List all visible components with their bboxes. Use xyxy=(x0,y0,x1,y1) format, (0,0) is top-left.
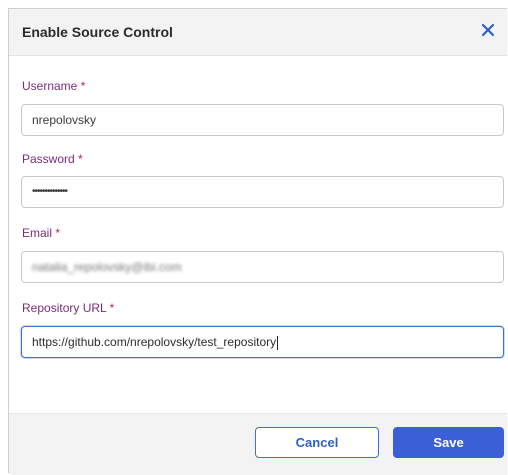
save-button[interactable]: Save xyxy=(393,427,504,458)
password-required-mark: * xyxy=(78,152,83,166)
email-label-text: Email xyxy=(22,226,53,240)
password-value: •••••••••••••• xyxy=(32,186,68,197)
password-label-text: Password xyxy=(22,152,75,166)
username-label: Username * xyxy=(22,79,85,93)
email-value: natalia_repolovsky@ibi.com xyxy=(32,260,182,274)
close-icon-glyph xyxy=(481,23,495,37)
repository-url-value: https://github.com/nrepolovsky/test_repo… xyxy=(32,335,277,349)
dialog-header: Enable Source Control xyxy=(9,9,507,56)
username-label-text: Username xyxy=(22,79,78,93)
email-label: Email * xyxy=(22,226,60,240)
cancel-button[interactable]: Cancel xyxy=(255,427,379,458)
username-value: nrepolovsky xyxy=(32,113,97,127)
enable-source-control-dialog: Enable Source Control Username * nrepolo… xyxy=(8,8,507,475)
username-input[interactable]: nrepolovsky xyxy=(21,104,504,136)
password-input[interactable]: •••••••••••••• xyxy=(21,176,504,208)
password-label: Password * xyxy=(22,152,83,166)
repository-url-input[interactable]: https://github.com/nrepolovsky/test_repo… xyxy=(21,326,504,358)
repository-url-label-text: Repository URL xyxy=(22,301,107,315)
close-icon[interactable] xyxy=(479,21,497,39)
username-required-mark: * xyxy=(80,79,86,93)
email-input[interactable]: natalia_repolovsky@ibi.com xyxy=(21,251,504,283)
repository-url-label: Repository URL * xyxy=(22,301,114,315)
email-required-mark: * xyxy=(55,226,61,240)
repository-url-required-mark: * xyxy=(109,301,115,315)
dialog-footer: Cancel Save xyxy=(9,413,507,475)
text-caret xyxy=(277,335,279,350)
dialog-title: Enable Source Control xyxy=(22,24,173,40)
